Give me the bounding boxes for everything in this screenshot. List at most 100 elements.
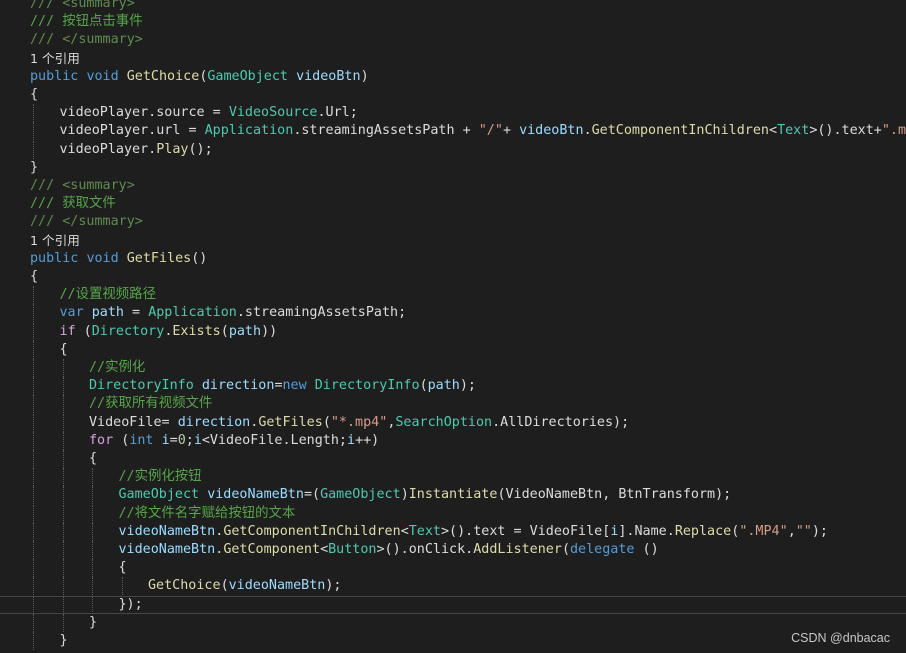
- code-token: 0: [177, 432, 186, 448]
- code-token: (: [113, 432, 130, 448]
- indent-guide: [62, 522, 64, 541]
- code-token: if: [59, 323, 76, 339]
- code-token: "*.mp4": [330, 414, 388, 430]
- code-token: /// 按钮点击事件: [30, 14, 143, 30]
- code-token: (: [220, 323, 229, 339]
- code-token: videoPlayer.url =: [59, 123, 205, 139]
- indent-guide: [62, 577, 64, 596]
- code-token: Text: [408, 523, 441, 539]
- code-token: (: [75, 323, 92, 339]
- code-token: ();: [188, 141, 213, 157]
- code-token: (: [419, 378, 428, 394]
- code-token: /// 获取文件: [30, 196, 116, 212]
- code-token: Directory: [91, 323, 165, 339]
- code-token: //实例化: [89, 360, 146, 375]
- code-line: /// </summary>: [0, 213, 906, 231]
- code-line: {: [0, 86, 906, 104]
- code-token: {: [30, 87, 39, 102]
- code-line: {: [0, 340, 906, 359]
- indent-guide: [62, 377, 64, 396]
- codelens-reference[interactable]: 1 个引用: [0, 232, 906, 250]
- code-line: if (Directory.Exists(path)): [0, 322, 906, 341]
- indent-guide: [33, 595, 34, 614]
- code-token: path: [91, 305, 124, 321]
- code-token: var: [59, 305, 84, 321]
- code-token: {: [118, 560, 127, 576]
- code-token: videoPlayer.: [59, 141, 157, 157]
- code-token: 1 个引用: [30, 50, 80, 66]
- code-token: >().onClick.: [376, 542, 474, 557]
- code-token: <: [769, 123, 778, 139]
- indent-guide: [33, 632, 34, 650]
- code-token: path: [427, 378, 460, 394]
- code-token: Button: [328, 542, 377, 557]
- code-token: GetComponentInChildren: [223, 523, 401, 539]
- code-line: public void GetChoice(GameObject videoBt…: [0, 68, 906, 86]
- code-line: /// 按钮点击事件: [0, 13, 906, 31]
- indent-guide: [33, 486, 34, 505]
- code-token: GameObject: [320, 487, 401, 503]
- code-token: GetChoice: [126, 68, 200, 84]
- indent-guide: [33, 450, 34, 468]
- code-token: );: [459, 378, 476, 394]
- code-token: //设置视频路径: [59, 287, 156, 303]
- indent-guide: [33, 322, 34, 341]
- indent-guide: [33, 413, 34, 432]
- code-token: videoNameBtn: [228, 578, 326, 594]
- code-token: }: [30, 159, 39, 175]
- code-line: VideoFile= direction.GetFiles("*.mp4",Se…: [0, 413, 906, 432]
- code-line: //设置视频路径: [0, 286, 906, 305]
- code-editor[interactable]: /// <summary> /// 按钮点击事件 /// </summary> 1 个…: [0, 0, 906, 653]
- code-token: i: [193, 432, 202, 448]
- code-line: }: [0, 613, 906, 632]
- code-token: path: [228, 323, 262, 339]
- code-token: GetFiles: [126, 250, 192, 266]
- indent-guide: [33, 468, 34, 487]
- indent-guide: [62, 613, 64, 632]
- code-token: Text: [777, 123, 810, 139]
- code-line: videoNameBtn.GetComponentInChildren<Text…: [0, 522, 906, 541]
- code-line: }: [0, 632, 906, 650]
- code-token: ): [360, 68, 369, 84]
- code-token: ".mp4": [881, 123, 906, 139]
- code-token: ,: [787, 523, 796, 539]
- code-line: var path = Application.streamingAssetsPa…: [0, 304, 906, 323]
- code-token: DirectoryInfo: [89, 378, 194, 394]
- code-token: .streamingAssetsPath +: [293, 123, 479, 139]
- code-token: AddListener: [473, 542, 562, 557]
- indent-guide: [33, 504, 34, 523]
- code-token: ;: [185, 432, 194, 448]
- code-token: videoBtn: [296, 68, 361, 84]
- code-line: GameObject videoNameBtn=(GameObject)Inst…: [0, 486, 906, 505]
- indent-guide: [33, 340, 34, 359]
- code-line: /// </summary>: [0, 31, 906, 49]
- indent-guide: [33, 541, 34, 559]
- indent-guide: [62, 595, 64, 614]
- indent-guide: [121, 577, 123, 596]
- code-token: });: [118, 596, 143, 612]
- code-token: "": [795, 523, 812, 539]
- indent-guide: [33, 577, 34, 596]
- code-token: i: [347, 432, 356, 448]
- code-token: (): [191, 250, 208, 266]
- indent-guide: [92, 468, 93, 487]
- code-line: //将文件名字赋给按钮的文本: [0, 504, 906, 523]
- indent-guide: [62, 486, 64, 505]
- indent-guide: [33, 304, 34, 323]
- indent-guide: [33, 559, 34, 578]
- codelens-reference[interactable]: 1 个引用: [0, 50, 906, 68]
- code-token: (): [634, 542, 659, 557]
- code-token: delegate: [570, 542, 635, 557]
- code-token: /// </summary>: [30, 214, 143, 230]
- code-token: }: [59, 633, 68, 648]
- indent-guide: [92, 541, 93, 559]
- code-token: );: [811, 523, 828, 539]
- indent-guide: [62, 541, 64, 559]
- code-token: DirectoryInfo: [314, 378, 420, 394]
- code-token: /// </summary>: [30, 32, 143, 48]
